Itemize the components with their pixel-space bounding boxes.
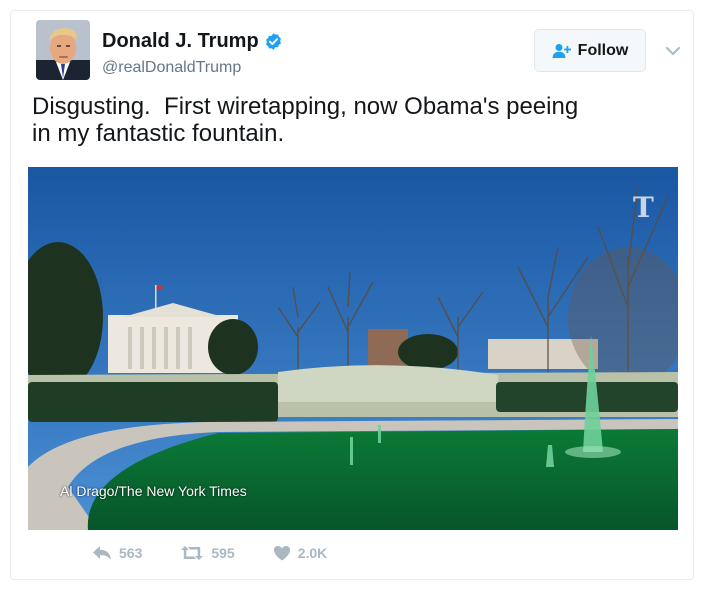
like-action[interactable]: 2.0K: [273, 545, 328, 561]
verified-badge-icon: [265, 32, 281, 50]
tweet-text: Disgusting. First wiretapping, now Obama…: [32, 93, 579, 147]
avatar[interactable]: [36, 20, 90, 80]
chevron-down-icon[interactable]: [664, 42, 682, 60]
reply-count: 563: [119, 545, 143, 561]
like-count: 2.0K: [297, 545, 328, 561]
retweet-icon: [181, 546, 204, 560]
author-row: Donald J. Trump: [102, 29, 283, 53]
retweet-count: 595: [211, 545, 235, 561]
photo-credit: Al Drago/The New York Times: [60, 483, 247, 499]
author-handle[interactable]: @realDonaldTrump: [102, 59, 241, 77]
follow-button[interactable]: Follow: [534, 29, 646, 72]
tweet-actions: 563 595 2.0K: [92, 545, 365, 561]
retweet-action[interactable]: 595: [180, 545, 235, 561]
tweet-photo[interactable]: T Al Drago/The New York Times: [28, 167, 678, 530]
follow-label: Follow: [577, 41, 629, 59]
reply-action[interactable]: 563: [92, 545, 142, 561]
heart-icon: [273, 546, 290, 561]
follow-person-plus-icon: [552, 43, 571, 58]
fountain-photo: [28, 167, 678, 530]
reply-icon: [93, 546, 111, 560]
nyt-logo: T: [633, 191, 654, 224]
author-name[interactable]: Donald J. Trump: [102, 29, 259, 53]
